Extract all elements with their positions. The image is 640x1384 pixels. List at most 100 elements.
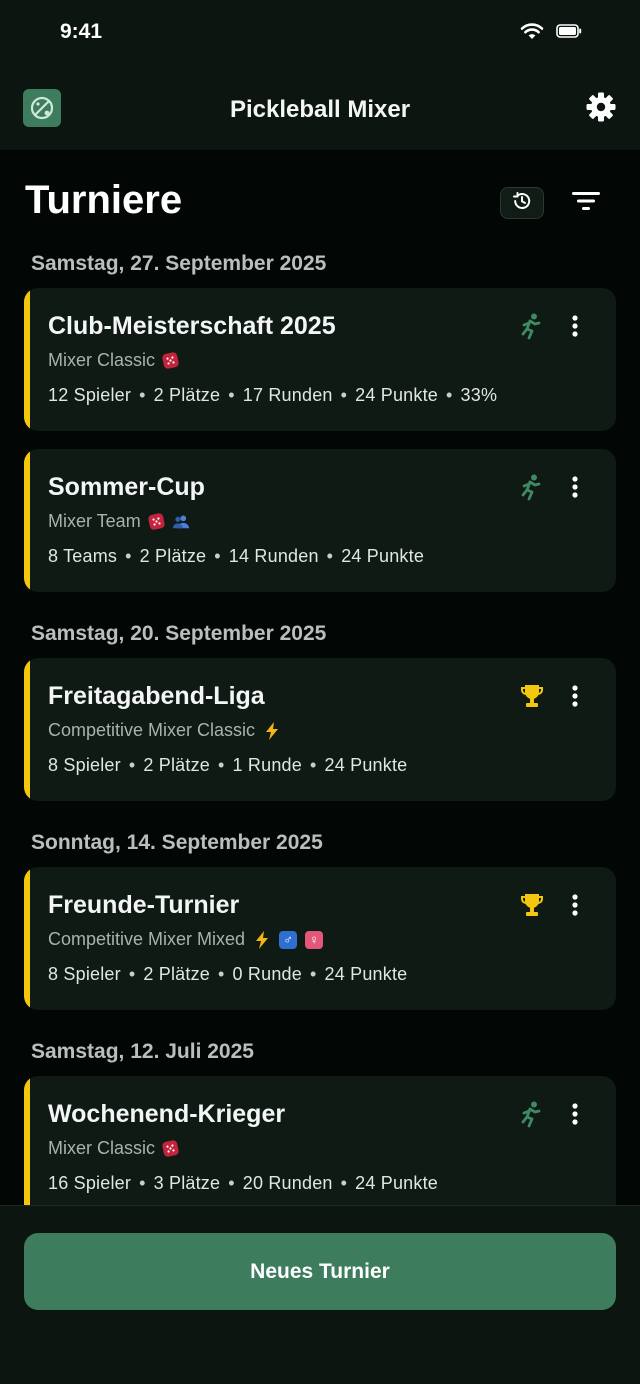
more-vertical-icon	[571, 475, 579, 504]
more-vertical-icon	[571, 1102, 579, 1131]
stat-value: 14 Runden	[228, 546, 319, 566]
tournament-mode-label: Mixer Classic	[48, 1138, 156, 1158]
stat-value: 24 Punkte	[355, 1173, 439, 1193]
tournament-mode: Mixer Classic	[48, 1138, 180, 1159]
stat-separator: •	[128, 964, 136, 984]
male-icon: ♂	[279, 930, 298, 949]
female-icon: ♀	[305, 930, 324, 949]
tournament-card[interactable]: Club-Meisterschaft 2025 Mixer Classic 12 S…	[24, 288, 616, 431]
tournament-stats: 8 Teams • 2 Plätze • 14 Runden • 24 Punkte	[48, 546, 424, 567]
stat-separator: •	[446, 385, 453, 405]
more-vertical-icon	[571, 684, 579, 713]
stat-separator: •	[218, 964, 225, 984]
tournament-title: Freitagabend-Liga	[48, 682, 265, 710]
stat-separator: •	[228, 1173, 235, 1193]
stat-value: 2 Plätze	[143, 964, 210, 984]
stat-value: 24 Punkte	[324, 964, 408, 984]
group-date-header: Samstag, 12. Juli 2025	[31, 1040, 254, 1063]
running-icon	[518, 473, 546, 501]
tournament-mode: Competitive Mixer Classic	[48, 720, 281, 741]
history-icon	[511, 190, 533, 217]
tournament-mode: Mixer Team	[48, 511, 190, 532]
stat-separator: •	[340, 385, 348, 405]
stat-value: 24 Punkte	[355, 385, 439, 405]
stat-value: 1 Runde	[232, 755, 302, 775]
status-icons	[520, 22, 582, 45]
wifi-icon	[520, 22, 544, 45]
running-icon	[518, 1100, 546, 1128]
more-options-button[interactable]	[562, 893, 588, 921]
more-vertical-icon	[571, 314, 579, 343]
stat-separator: •	[139, 385, 146, 405]
settings-button[interactable]	[584, 92, 618, 126]
status-bar: 9:41	[0, 0, 640, 70]
battery-icon	[556, 24, 582, 43]
history-button[interactable]	[500, 187, 544, 219]
stat-separator: •	[326, 546, 334, 566]
more-options-button[interactable]	[562, 1102, 588, 1130]
bottom-bar: Neues Turnier	[0, 1205, 640, 1384]
stat-separator: •	[228, 385, 235, 405]
tournament-title: Freunde-Turnier	[48, 891, 240, 919]
stat-separator: •	[214, 546, 221, 566]
stat-value: 24 Punkte	[341, 546, 425, 566]
stat-separator: •	[218, 755, 225, 775]
tournament-mode-label: Mixer Classic	[48, 350, 156, 370]
more-options-button[interactable]	[562, 475, 588, 503]
more-options-button[interactable]	[562, 314, 588, 342]
tournament-mode: Competitive Mixer Mixed ♂ ♀	[48, 929, 324, 950]
trophy-icon	[518, 682, 546, 710]
stat-value: 2 Plätze	[143, 755, 210, 775]
tournament-stats: 16 Spieler • 3 Plätze • 20 Runden • 24 Punkte	[48, 1173, 438, 1194]
stat-value: 2 Plätze	[153, 385, 221, 405]
gear-icon	[585, 91, 617, 128]
tournament-list: Samstag, 27. September 2025 Club-Meisters…	[0, 240, 640, 1237]
more-options-button[interactable]	[562, 684, 588, 712]
tournament-stats: 8 Spieler • 2 Plätze • 1 Runde • 24 Punkte	[48, 755, 407, 776]
team-icon	[172, 513, 190, 531]
stat-value: 24 Punkte	[324, 755, 408, 775]
tournament-stats: 12 Spieler • 2 Plätze • 17 Runden • 24 Punkte •…	[48, 385, 497, 406]
tournament-mode-label: Mixer Team	[48, 511, 141, 531]
stat-value: 17 Runden	[242, 385, 333, 405]
stat-value: 33%	[460, 385, 498, 405]
stat-value: 3 Plätze	[153, 1173, 221, 1193]
stat-separator: •	[340, 1173, 348, 1193]
app-title: Pickleball Mixer	[229, 96, 411, 123]
more-vertical-icon	[571, 893, 579, 922]
lightning-icon	[263, 721, 281, 740]
stat-value: 8 Spieler	[48, 964, 121, 984]
stat-value: 20 Runden	[242, 1173, 333, 1193]
stat-value: 8 Spieler	[48, 755, 121, 775]
dice-icon	[161, 351, 180, 370]
tournament-card[interactable]: Freunde-Turnier Competitive Mixer Mixed ♂ ♀…	[24, 867, 616, 1010]
tournament-card[interactable]: Sommer-Cup Mixer Team 8 Teams • 2 Plätze • 14 …	[24, 449, 616, 592]
stat-separator: •	[139, 1173, 146, 1193]
page-title: Turniere	[25, 178, 183, 222]
stat-value: 2 Plätze	[139, 546, 207, 566]
filter-icon	[571, 190, 601, 217]
dice-icon	[147, 512, 166, 531]
tournament-card[interactable]: Freitagabend-Liga Competitive Mixer Class…	[24, 658, 616, 801]
group-date-header: Samstag, 27. September 2025	[31, 252, 327, 275]
stat-separator: •	[128, 755, 136, 775]
tournament-mode-label: Competitive Mixer Classic	[48, 720, 256, 740]
trophy-icon	[518, 891, 546, 919]
tournament-card[interactable]: Wochenend-Krieger Mixer Classic 16 Spieler…	[24, 1076, 616, 1219]
running-icon	[518, 312, 546, 340]
lightning-icon	[253, 930, 271, 949]
stat-separator: •	[309, 964, 317, 984]
stat-separator: •	[309, 755, 317, 775]
tournament-mode-label: Competitive Mixer Mixed	[48, 929, 246, 949]
dice-icon	[161, 1139, 180, 1158]
tournament-stats: 8 Spieler • 2 Plätze • 0 Runde • 24 Punkte	[48, 964, 407, 985]
tournament-title: Wochenend-Krieger	[48, 1100, 286, 1128]
tournament-title: Sommer-Cup	[48, 473, 205, 501]
tournament-title: Club-Meisterschaft 2025	[48, 312, 336, 340]
filter-button[interactable]	[566, 186, 606, 220]
app-header: Pickleball Mixer	[0, 70, 640, 150]
stat-value: 16 Spieler	[48, 1173, 132, 1193]
new-tournament-button[interactable]: Neues Turnier	[24, 1233, 616, 1310]
stat-value: 8 Teams	[48, 546, 118, 566]
stat-value: 0 Runde	[232, 964, 302, 984]
